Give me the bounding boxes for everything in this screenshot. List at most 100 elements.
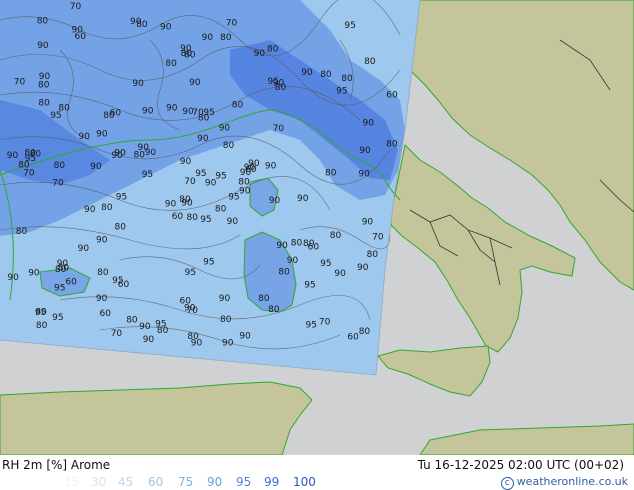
contour-label: 90 (57, 259, 69, 269)
copyright-icon: c (500, 477, 514, 490)
contour-label: 60 (172, 212, 184, 222)
contour-label: 80 (37, 17, 49, 27)
footer: RH 2m [%] Arome Tu 16-12-2025 02:00 UTC … (0, 455, 634, 490)
contour-label: 70 (319, 318, 331, 328)
contour-label: 95 (155, 320, 166, 330)
map-area: 95 95 90 80 90 60 80 95 90 95 60 70 60 60 70 90 80 60 90 80… (0, 0, 634, 456)
credit-link[interactable]: c weatheronline.co.uk (500, 475, 628, 490)
contour-label: 80 (54, 161, 66, 171)
contour-label: 90 (357, 263, 369, 273)
contour-label: 80 (101, 203, 113, 213)
legend-item: 30 (91, 475, 107, 489)
contour-label: 90 (39, 72, 51, 82)
contour-label: 90 (363, 118, 375, 128)
contour-label: 80 (278, 267, 290, 277)
contour-label: 90 (90, 162, 102, 172)
contour-label: 80 (275, 83, 287, 93)
contour-label: 90 (191, 338, 203, 348)
contour-label: 80 (181, 49, 193, 59)
contour-label: 80 (36, 321, 48, 331)
contour-label: 80 (303, 239, 315, 249)
contour-label: 80 (268, 305, 280, 315)
contour-label: 90 (358, 170, 370, 180)
contour-label: 90 (239, 187, 251, 197)
contour-label: 80 (38, 99, 50, 109)
contour-label: 95 (52, 313, 63, 323)
contour-label: 70 (70, 2, 82, 12)
contour-label: 90 (334, 269, 346, 279)
contour-label: 70 (372, 233, 384, 243)
credit-text: weatheronline.co.uk (516, 475, 628, 488)
contour-label: 90 (269, 196, 281, 206)
contour-label: 90 (165, 199, 177, 209)
contour-label: 80 (267, 45, 279, 55)
contour-label: 90 (139, 322, 151, 332)
legend-item: 45 (118, 475, 134, 489)
contour-label: 90 (142, 107, 154, 117)
contour-label: 95 (142, 170, 153, 180)
contour-label: 80 (198, 113, 210, 123)
contour-label: 90 (265, 162, 277, 172)
contour-label: 80 (367, 250, 379, 260)
contour-label: 60 (100, 309, 112, 319)
contour-label: 90 (297, 194, 309, 204)
contour-label: 80 (215, 205, 227, 215)
contour-label: 95 (112, 276, 123, 286)
contour-label: 90 (79, 132, 91, 142)
legend-item: 100 (293, 475, 316, 489)
forecast-datetime: Tu 16-12-2025 02:00 UTC (00+02) (417, 458, 624, 472)
contour-label: 90 (96, 235, 108, 245)
contour-label: 95 (203, 257, 214, 267)
contour-label: 90 (359, 146, 371, 156)
contour-label: 80 (97, 268, 109, 278)
contour-label: 90 (84, 205, 96, 215)
contour-label: 90 (184, 304, 196, 314)
contour-label: 95 (200, 215, 211, 225)
contour-label: 90 (222, 338, 234, 348)
contour-label: 90 (197, 134, 209, 144)
contour-label: 80 (126, 316, 138, 326)
contour-label: 80 (115, 223, 127, 233)
contour-label: 80 (386, 139, 398, 149)
contour-label: 80 (58, 104, 70, 114)
contour-label: 90 (180, 157, 192, 167)
contour-label: 80 (24, 148, 36, 158)
contour-label: 90 (78, 244, 90, 254)
contour-label: 90 (7, 151, 19, 161)
map-title: RH 2m [%] Arome (2, 458, 111, 472)
contour-label: 90 (166, 103, 178, 113)
contour-label: 95 (215, 171, 226, 181)
contour-label: 80 (258, 294, 270, 304)
contour-label: 80 (187, 213, 199, 223)
contour-label: 70 (273, 124, 285, 134)
contour-label: 80 (291, 239, 303, 249)
contour-label: 80 (232, 101, 244, 111)
contour-label: 80 (38, 81, 50, 91)
contour-label: 90 (132, 79, 144, 89)
contour-label: 90 (28, 269, 40, 279)
legend-item: 90 (207, 475, 223, 489)
contour-label: 90 (248, 159, 260, 169)
contour-label: 70 (52, 179, 64, 189)
contour-label: 95 (195, 169, 206, 179)
contour-label: 90 (362, 217, 374, 227)
contour-label: 90 (254, 49, 266, 59)
contour-label: 95 (54, 284, 65, 294)
contour-label: 90 (189, 78, 201, 88)
contour-label: 80 (103, 111, 115, 121)
contour-label: 95 (35, 308, 46, 318)
contour-label: 80 (320, 70, 332, 80)
contour-label: 95 (306, 320, 317, 330)
contour-label: 80 (16, 227, 28, 237)
contour-label: 90 (205, 179, 217, 189)
contour-label: 80 (364, 57, 376, 67)
contour-label: 80 (179, 195, 191, 205)
contour-label: 90 (160, 23, 172, 33)
contour-label: 70 (226, 18, 238, 28)
contour-label: 95 (320, 259, 331, 269)
contour-label: 95 (336, 87, 347, 97)
contour-label: 80 (325, 168, 337, 178)
contour-label: 90 (301, 68, 313, 78)
footer-row-top: RH 2m [%] Arome Tu 16-12-2025 02:00 UTC … (0, 458, 634, 474)
contour-label: 60 (386, 91, 398, 101)
